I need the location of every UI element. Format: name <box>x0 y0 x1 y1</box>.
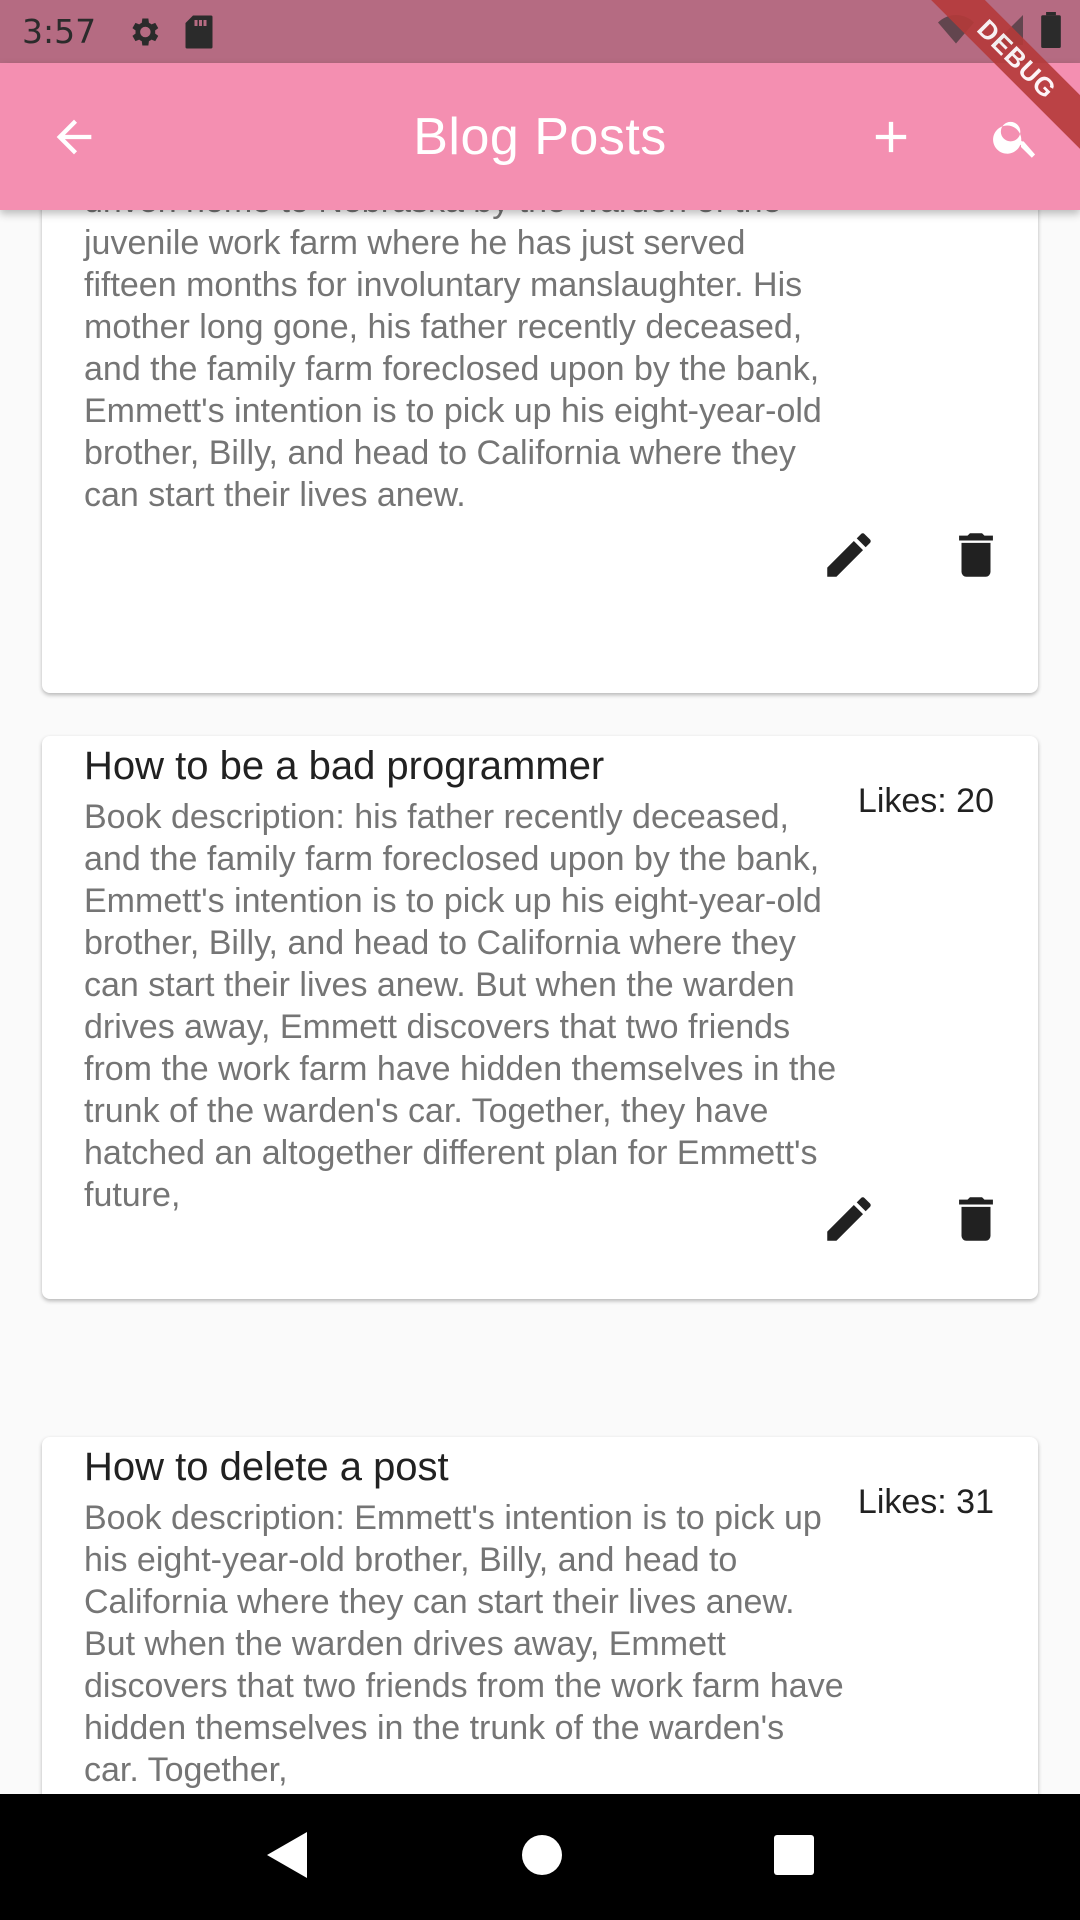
edit-icon <box>827 1197 871 1241</box>
post-title: How to be a bad programmer <box>84 744 605 788</box>
post-list[interactable]: driven home to Nebraska by the warden of… <box>0 210 1080 1794</box>
edit-icon <box>827 533 871 577</box>
screen: 3:57 Blog Posts DEBUG juvenile work farm… <box>0 0 1080 1920</box>
nav-home-button[interactable] <box>520 1833 564 1882</box>
post-card: How to be a bad programmer Likes: 20 Boo… <box>42 736 1038 1299</box>
back-button[interactable] <box>36 99 112 175</box>
arrow-back-icon <box>56 119 92 155</box>
delete-icon <box>959 1197 993 1241</box>
post-likes: Likes: 31 <box>857 1483 994 1521</box>
post-description: driven home to Nebraska by the warden of… <box>84 210 822 514</box>
post-card: How to delete a post Likes: 31 Book desc… <box>42 1437 1038 1794</box>
status-time: 3:57 <box>22 12 97 51</box>
post-title: How to delete a post <box>84 1445 449 1489</box>
edit-button[interactable] <box>819 1189 879 1249</box>
status-bar: 3:57 <box>0 0 1080 63</box>
app-bar: Blog Posts <box>0 63 1080 210</box>
post-description: Book description: his father recently de… <box>84 798 837 1214</box>
delete-button[interactable] <box>946 525 1006 585</box>
nav-back-button[interactable] <box>265 1830 311 1885</box>
battery-icon <box>1040 12 1062 57</box>
nav-recents-button[interactable] <box>773 1834 815 1881</box>
post-likes: Likes: 20 <box>857 782 994 820</box>
search-icon <box>993 121 1036 158</box>
sd-card-icon <box>184 14 214 50</box>
delete-button[interactable] <box>946 1189 1006 1249</box>
post-description: Book description: Emmett's intention is … <box>84 1499 844 1789</box>
delete-icon <box>959 533 993 577</box>
add-post-button[interactable] <box>853 99 929 175</box>
recents-square-icon <box>774 1834 815 1875</box>
edit-button[interactable] <box>819 525 879 585</box>
post-card: driven home to Nebraska by the warden of… <box>42 210 1038 693</box>
add-icon <box>875 121 907 153</box>
settings-icon <box>126 14 162 50</box>
back-triangle-icon <box>266 1831 307 1878</box>
home-circle-icon <box>521 1834 562 1875</box>
system-nav-bar <box>0 1794 1080 1920</box>
